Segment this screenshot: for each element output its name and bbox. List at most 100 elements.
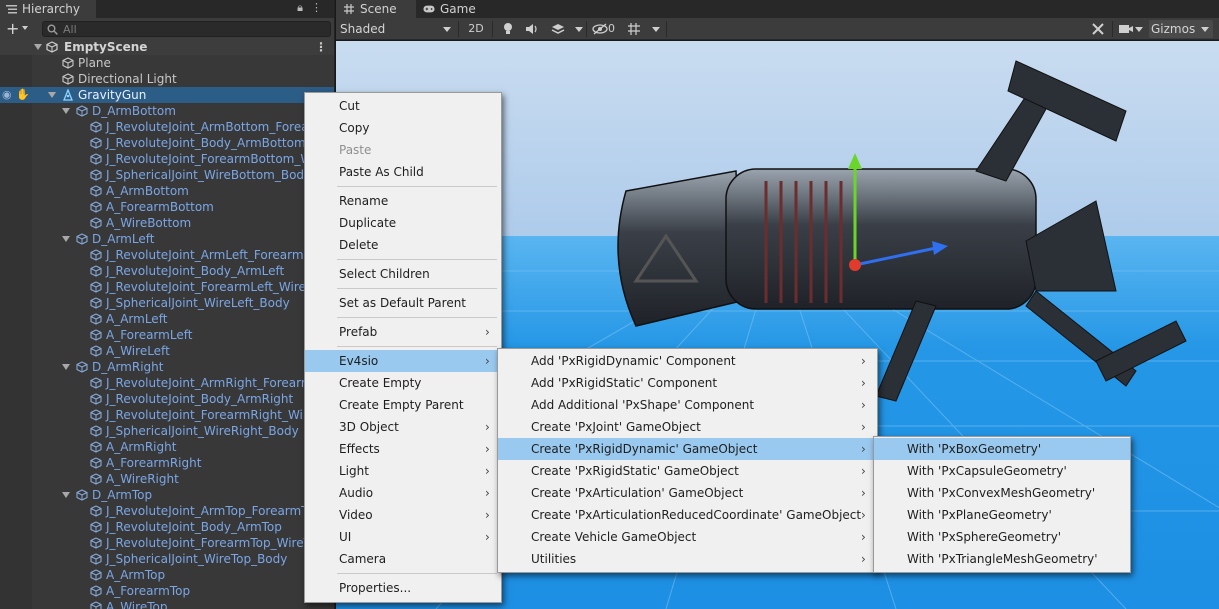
hierarchy-item[interactable]: J_RevoluteJoint_Body_ArmRight: [0, 391, 334, 407]
geometry-menu-item[interactable]: With 'PxSphereGeometry': [874, 526, 1130, 548]
chevron-down-icon[interactable]: [652, 27, 660, 32]
hierarchy-item[interactable]: J_SphericalJoint_WireLeft_Body: [0, 295, 334, 311]
audio-toggle-icon[interactable]: [522, 20, 542, 38]
scene-row[interactable]: EmptyScene ⋮: [0, 39, 334, 55]
fold-arrow-icon[interactable]: [62, 492, 70, 498]
hierarchy-item[interactable]: J_RevoluteJoint_Body_ArmTop: [0, 519, 334, 535]
context-menu-item[interactable]: Camera: [305, 548, 501, 570]
grid-toggle-icon[interactable]: [624, 20, 644, 38]
chevron-down-icon[interactable]: [22, 26, 28, 30]
kebab-menu-icon[interactable]: ⋮: [311, 1, 330, 14]
context-menu-item[interactable]: Copy: [305, 117, 501, 139]
chevron-down-icon[interactable]: [1135, 27, 1143, 32]
hierarchy-item[interactable]: J_RevoluteJoint_ForearmRight_WireRight: [0, 407, 334, 423]
context-menu-item[interactable]: Effects ›: [305, 438, 501, 460]
chevron-down-icon[interactable]: [575, 27, 583, 32]
fold-arrow-icon[interactable]: [34, 44, 42, 50]
hierarchy-item[interactable]: J_SphericalJoint_WireTop_Body: [0, 551, 334, 567]
hierarchy-item[interactable]: J_SphericalJoint_WireRight_Body: [0, 423, 334, 439]
fold-arrow-icon[interactable]: [48, 92, 56, 98]
hierarchy-item[interactable]: A_WireTop: [0, 599, 334, 609]
hierarchy-item[interactable]: J_RevoluteJoint_ArmLeft_ForearmLeft: [0, 247, 334, 263]
ev4sio-menu-item[interactable]: Create 'PxArticulationReducedCoordinate'…: [498, 504, 877, 526]
context-menu-item[interactable]: Cut: [305, 95, 501, 117]
hierarchy-item[interactable]: A_ForearmBottom: [0, 199, 334, 215]
context-menu-item[interactable]: Rename: [305, 190, 501, 212]
hierarchy-item[interactable]: A_ForearmRight: [0, 455, 334, 471]
tab-game[interactable]: Game: [416, 0, 486, 18]
context-menu-item[interactable]: Create Empty: [305, 372, 501, 394]
hierarchy-item[interactable]: J_RevoluteJoint_ForearmLeft_WireLeft: [0, 279, 334, 295]
hierarchy-item[interactable]: D_ArmRight: [0, 359, 334, 375]
ev4sio-menu-item[interactable]: Create 'PxArticulation' GameObject ›: [498, 482, 877, 504]
hierarchy-item[interactable]: A_ArmLeft: [0, 311, 334, 327]
search-input[interactable]: [63, 22, 323, 36]
context-menu-item[interactable]: Create Empty Parent: [305, 394, 501, 416]
ev4sio-menu-item[interactable]: Create 'PxJoint' GameObject ›: [498, 416, 877, 438]
hierarchy-item[interactable]: D_ArmBottom: [0, 103, 334, 119]
hierarchy-item[interactable]: Directional Light: [0, 71, 334, 87]
hierarchy-item[interactable]: J_RevoluteJoint_Body_ArmLeft: [0, 263, 334, 279]
hierarchy-item[interactable]: A_WireRight: [0, 471, 334, 487]
ev4sio-menu-item[interactable]: Add 'PxRigidStatic' Component ›: [498, 372, 877, 394]
hierarchy-item[interactable]: ◉ ✋ GravityGun: [0, 87, 334, 103]
kebab-menu-icon[interactable]: ⋮: [315, 39, 327, 55]
ev4sio-menu-item[interactable]: Create Vehicle GameObject ›: [498, 526, 877, 548]
context-menu-item[interactable]: Paste: [305, 139, 501, 161]
hierarchy-item[interactable]: A_ArmBottom: [0, 183, 334, 199]
2d-toggle-button[interactable]: 2D: [464, 20, 488, 38]
hierarchy-item[interactable]: A_ArmTop: [0, 567, 334, 583]
hierarchy-item[interactable]: J_RevoluteJoint_ForearmTop_WireTop: [0, 535, 334, 551]
context-menu-item[interactable]: Delete: [305, 234, 501, 256]
effects-toggle-icon[interactable]: [548, 20, 568, 38]
context-menu-item[interactable]: Video ›: [305, 504, 501, 526]
context-menu-item[interactable]: Prefab ›: [305, 321, 501, 343]
visibility-eye-icon[interactable]: ◉: [2, 87, 12, 103]
hierarchy-item[interactable]: D_ArmTop: [0, 487, 334, 503]
hierarchy-item[interactable]: A_ArmRight: [0, 439, 334, 455]
context-menu-item[interactable]: Ev4sio ›: [305, 350, 501, 372]
ev4sio-menu-item[interactable]: Create 'PxRigidDynamic' GameObject ›: [498, 438, 877, 460]
ev4sio-menu-item[interactable]: Utilities ›: [498, 548, 877, 570]
hierarchy-item[interactable]: D_ArmLeft: [0, 231, 334, 247]
hierarchy-item[interactable]: J_RevoluteJoint_ArmTop_ForearmTop: [0, 503, 334, 519]
ev4sio-menu-item[interactable]: Add 'PxRigidDynamic' Component ›: [498, 350, 877, 372]
context-menu-item[interactable]: Properties...: [305, 577, 501, 599]
ev4sio-menu-item[interactable]: Add Additional 'PxShape' Component ›: [498, 394, 877, 416]
context-menu-item[interactable]: Audio ›: [305, 482, 501, 504]
fold-arrow-icon[interactable]: [62, 364, 70, 370]
hierarchy-item[interactable]: A_WireLeft: [0, 343, 334, 359]
tools-icon[interactable]: [1088, 20, 1108, 38]
context-menu-item[interactable]: Set as Default Parent: [305, 292, 501, 314]
context-menu-item[interactable]: Select Children: [305, 263, 501, 285]
add-object-button[interactable]: +: [6, 19, 19, 39]
ev4sio-menu-item[interactable]: Create 'PxRigidStatic' GameObject ›: [498, 460, 877, 482]
hierarchy-item[interactable]: A_ForearmTop: [0, 583, 334, 599]
geometry-menu-item[interactable]: With 'PxCapsuleGeometry': [874, 460, 1130, 482]
context-menu-item[interactable]: 3D Object ›: [305, 416, 501, 438]
context-menu-item[interactable]: Light ›: [305, 460, 501, 482]
hidden-objects-toggle[interactable]: 0: [592, 20, 622, 38]
hierarchy-item[interactable]: J_RevoluteJoint_Body_ArmBottom: [0, 135, 334, 151]
tab-hierarchy[interactable]: Hierarchy: [0, 0, 96, 18]
fold-arrow-icon[interactable]: [62, 236, 70, 242]
context-menu-item[interactable]: Paste As Child: [305, 161, 501, 183]
lock-icon[interactable]: 🔒︎: [297, 1, 311, 14]
hierarchy-item[interactable]: Plane: [0, 55, 334, 71]
lighting-toggle-icon[interactable]: [498, 20, 518, 38]
hierarchy-item[interactable]: J_SphericalJoint_WireBottom_Body: [0, 167, 334, 183]
context-menu-item[interactable]: UI ›: [305, 526, 501, 548]
context-menu-item[interactable]: Duplicate: [305, 212, 501, 234]
draw-mode-dropdown[interactable]: Shaded: [338, 20, 455, 38]
fold-arrow-icon[interactable]: [62, 108, 70, 114]
camera-icon[interactable]: [1116, 20, 1136, 38]
pickable-hand-icon[interactable]: ✋: [16, 87, 30, 103]
geometry-menu-item[interactable]: With 'PxBoxGeometry': [874, 438, 1130, 460]
geometry-menu-item[interactable]: With 'PxTriangleMeshGeometry': [874, 548, 1130, 570]
geometry-menu-item[interactable]: With 'PxPlaneGeometry': [874, 504, 1130, 526]
hierarchy-item[interactable]: J_RevoluteJoint_ArmBottom_ForearmBottom: [0, 119, 334, 135]
hierarchy-item[interactable]: J_RevoluteJoint_ForearmBottom_WireBottom: [0, 151, 334, 167]
hierarchy-item[interactable]: J_RevoluteJoint_ArmRight_ForearmRight: [0, 375, 334, 391]
hierarchy-item[interactable]: A_ForearmLeft: [0, 327, 334, 343]
tab-scene[interactable]: Scene: [336, 0, 416, 18]
